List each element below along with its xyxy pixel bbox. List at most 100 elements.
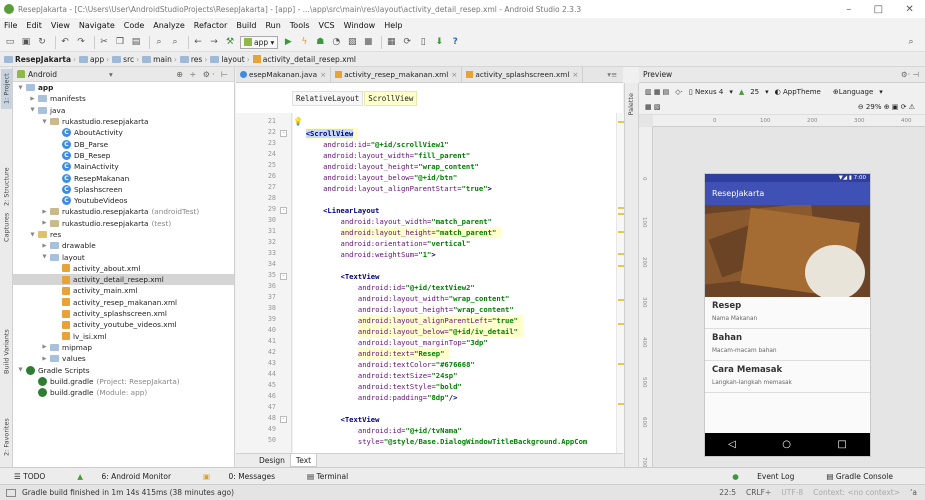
context-indicator[interactable]: Context: <no context> [813,488,900,497]
breadcrumb-item[interactable]: src › [112,55,139,64]
menu-tools[interactable]: Tools [290,21,310,30]
tree-item[interactable]: ▶ drawable [13,240,234,251]
expand-toggle-icon[interactable]: ▼ [41,254,48,260]
orientation-icon[interactable]: ◇· [675,88,683,96]
fold-toggle-icon[interactable]: - [280,416,287,423]
sync-icon[interactable]: ↻ [36,36,48,48]
tree-item[interactable]: activity_main.xml [13,285,234,296]
expand-toggle-icon[interactable]: ▶ [41,243,48,249]
crumb-relativelayout[interactable]: RelativeLayout [292,90,364,106]
file-encoding[interactable]: UTF-8 [781,488,803,497]
menu-window[interactable]: Window [344,21,376,30]
tree-item[interactable]: ▶ values [13,353,234,364]
tree-item[interactable]: ▶ rukastudio.resepjakarta (androidTest) [13,206,234,217]
layout-toggle-icon[interactable]: ▥ ▦ ▤ [645,88,669,96]
close-tab-icon[interactable]: × [572,70,578,79]
editor-tab[interactable]: esepMakanan.java × [236,67,332,82]
tab-gradle-console[interactable]: ▤ Gradle Console [826,472,909,481]
tree-item[interactable]: build.gradle (Project: ResepJakarta) [13,376,234,387]
menu-run[interactable]: Run [265,21,280,30]
tree-item[interactable]: activity_about.xml [13,263,234,274]
breadcrumb-item[interactable]: layout › [210,55,250,64]
avd-manager-icon[interactable]: ▯ [417,36,429,48]
tree-item[interactable]: ▼ rukastudio.resepjakarta [13,116,234,127]
sync-gradle-icon[interactable]: ⟳ [401,36,413,48]
tree-item[interactable]: ▶ mipmap [13,342,234,353]
breadcrumb-item[interactable]: app › [79,55,109,64]
editor-tab[interactable]: activity_splashscreen.xml × [462,67,584,82]
maximize-icon[interactable]: □ [874,4,883,15]
device-select[interactable]: ▯ Nexus 4 ▾ [689,88,733,96]
api-select[interactable]: ▲ 25 ▾ [739,88,769,96]
expand-toggle-icon[interactable]: ▶ [41,356,48,362]
tab-list-icon[interactable]: ▾≡ [607,70,617,79]
tree-item[interactable]: C MainActivity [13,161,234,172]
search-everywhere-icon[interactable]: ⌕ [905,36,917,48]
tree-item[interactable]: ▼ Gradle Scripts [13,364,234,375]
breadcrumb-item[interactable]: activity_detail_resep.xml [252,55,356,64]
menu-vcs[interactable]: VCS [319,21,335,30]
fold-toggle-icon[interactable]: - [280,273,287,280]
replace-icon[interactable]: ⌕ [169,36,181,48]
profile-icon[interactable]: ◔ [330,36,342,48]
tree-item[interactable]: build.gradle (Module: app) [13,387,234,398]
tab-messages[interactable]: ▣ 0: Messages [203,472,291,481]
stop-icon[interactable]: ■ [362,36,374,48]
copy-icon[interactable]: ❐ [114,36,126,48]
tab-structure[interactable]: 2: Structure [1,162,12,212]
chevron-down-icon[interactable]: ▾ [109,70,113,79]
menu-analyze[interactable]: Analyze [153,21,185,30]
run-config-select[interactable]: app ▾ [240,35,279,49]
tree-item[interactable]: activity_resep_makanan.xml [13,297,234,308]
project-structure-icon[interactable]: ▦ [385,36,397,48]
tree-item[interactable]: activity_detail_resep.xml [13,274,234,286]
theme-select[interactable]: ◐ AppTheme [775,88,827,96]
code-editor[interactable]: <ScrollView android:id="@+id/scrollView1"… [293,113,616,453]
tree-item[interactable]: ▼ layout [13,251,234,262]
expand-toggle-icon[interactable]: ▼ [41,119,48,125]
breadcrumb-item[interactable]: res › [179,55,207,64]
panel-actions[interactable]: ⊕ ÷ ⚙· ⊢ [176,70,230,79]
save-icon[interactable]: ▣ [20,36,32,48]
help-icon[interactable]: ? [449,36,461,48]
run-icon[interactable]: ▶ [282,36,294,48]
tool-window-icon[interactable] [6,488,16,497]
menu-code[interactable]: Code [124,21,144,30]
paste-icon[interactable]: ▤ [130,36,142,48]
menu-refactor[interactable]: Refactor [194,21,228,30]
intention-bulb-icon[interactable]: 💡 [293,117,303,126]
tab-captures[interactable]: Captures [1,207,12,247]
menu-edit[interactable]: Edit [26,21,42,30]
tree-item[interactable]: ▼ res [13,229,234,240]
inspector-icon[interactable]: ʼa [910,488,917,497]
language-select[interactable]: ⊕Language ▾ [833,88,883,96]
expand-toggle-icon[interactable]: ▼ [17,367,24,373]
tab-project[interactable]: 1: Project [1,69,12,109]
tab-favorites[interactable]: 2: Favorites [1,412,12,462]
menu-view[interactable]: View [51,21,70,30]
menu-file[interactable]: File [4,21,17,30]
tree-item[interactable]: activity_splashscreen.xml [13,308,234,319]
expand-toggle-icon[interactable]: ▶ [41,209,48,215]
tree-item[interactable]: ▶ rukastudio.resepjakarta (test) [13,218,234,229]
design-mode-icon[interactable]: ▦ ▧ [645,103,660,111]
undo-icon[interactable]: ↶ [59,36,71,48]
attach-debugger-icon[interactable]: ▧ [346,36,358,48]
editor-tab[interactable]: activity_resep_makanan.xml × [331,67,463,82]
expand-toggle-icon[interactable]: ▼ [29,107,36,113]
zoom-controls[interactable]: ⊖ 29% ⊕ ▣ ⟳ ⚠ [858,103,915,111]
make-project-icon[interactable]: ⚒ [224,36,236,48]
cut-icon[interactable]: ✂ [98,36,110,48]
close-tab-icon[interactable]: × [451,70,457,79]
tab-android-monitor[interactable]: ▲ 6: Android Monitor [77,472,187,481]
open-folder-icon[interactable]: ▭ [4,36,16,48]
tree-item[interactable]: C DB_Parse [13,138,234,149]
expand-toggle-icon[interactable]: ▶ [29,96,36,102]
debug-icon[interactable]: ☗ [314,36,326,48]
close-tab-icon[interactable]: × [320,70,326,79]
tree-item[interactable]: ▼ app [13,82,234,93]
tree-item[interactable]: ▶ manifests [13,93,234,104]
tree-item[interactable]: C AboutActivity [13,127,234,138]
minimize-icon[interactable]: – [846,4,851,15]
expand-toggle-icon[interactable]: ▼ [29,232,36,238]
